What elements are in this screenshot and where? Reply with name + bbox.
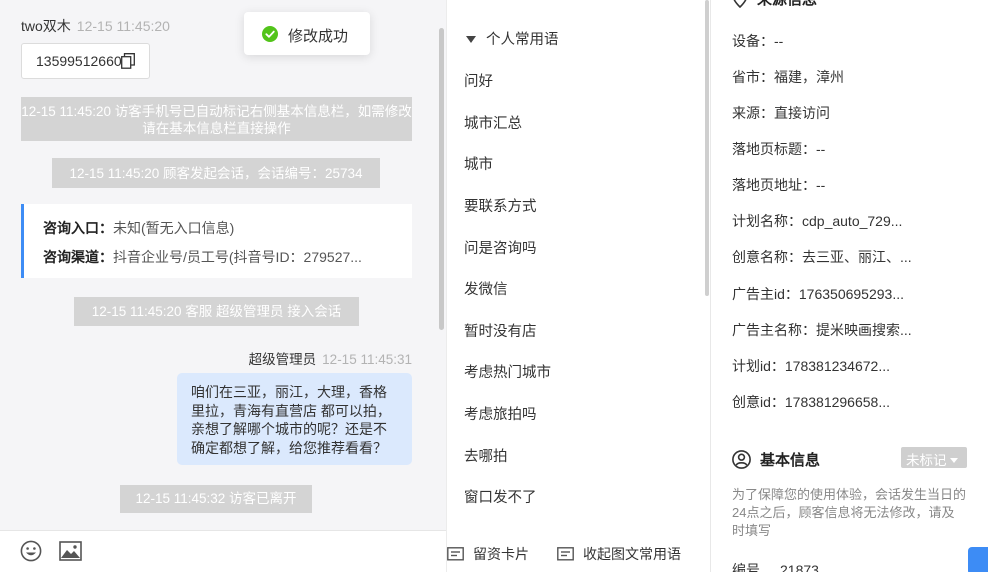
phrase-group-toggle[interactable]: 个人常用语 — [466, 28, 559, 49]
check-circle-icon — [262, 26, 278, 42]
phrase-item[interactable]: 去哪拍 — [464, 445, 508, 466]
system-message: 12-15 11:45:20 顾客发起会话，会话编号：25734 — [52, 158, 380, 188]
tag-select-value: 未标记 — [906, 453, 947, 468]
user-circle-icon — [732, 450, 751, 469]
floating-action-button[interactable] — [968, 547, 988, 572]
consult-channel: 咨询渠道：抖音企业号/员工号(抖音号ID：279527... — [43, 249, 362, 265]
phrases-scrollbar[interactable] — [705, 0, 709, 296]
phrase-item[interactable]: 发微信 — [464, 278, 508, 299]
card-icon — [557, 547, 574, 561]
source-info-title: 来源信息 — [732, 0, 817, 9]
location-icon — [733, 0, 747, 9]
visitor-phone-message: 13599512660 — [21, 43, 150, 79]
agent-message-bubble: 咱们在三亚，丽江，大理，香格里拉，青海有直营店 都可以拍，亲想了解哪个城市的呢？… — [177, 373, 412, 465]
consult-info-card: 咨询入口：未知(暂无入口信息) 咨询渠道：抖音企业号/员工号(抖音号ID：279… — [21, 204, 412, 278]
phrase-item[interactable]: 暂时没有店 — [464, 320, 537, 341]
lead-card-label: 留资卡片 — [473, 546, 529, 562]
customer-number: 编号 21873 — [732, 560, 819, 572]
creative-id: 创意id：178381296658... — [732, 394, 890, 410]
phrase-item[interactable]: 窗口发不了 — [464, 486, 537, 507]
phrase-group-title: 个人常用语 — [486, 32, 559, 48]
chat-panel: two双木 12-15 11:45:20 13599512660 12-15 11… — [0, 0, 446, 572]
creative-name: 创意名称：去三亚、丽江、... — [732, 249, 912, 265]
chat-messages[interactable]: two双木 12-15 11:45:20 13599512660 12-15 11… — [0, 0, 446, 530]
customer-number-value: 21873 — [780, 562, 819, 572]
toast-text: 修改成功 — [288, 28, 349, 45]
phrase-item[interactable]: 要联系方式 — [464, 195, 537, 216]
phrase-item[interactable]: 考虑热门城市 — [464, 361, 551, 382]
source-channel: 来源：直接访问 — [732, 105, 830, 121]
advertiser-id: 广告主id：176350695293... — [732, 286, 904, 302]
landing-page-title: 落地页标题：-- — [732, 141, 826, 157]
success-toast: 修改成功 — [244, 12, 370, 55]
source-province-city: 省市：福建，漳州 — [732, 69, 844, 85]
system-message: 12-15 11:45:20 访客手机号已自动标记右侧基本信息栏，如需修改请在基… — [21, 97, 412, 141]
phrase-item[interactable]: 问是咨询吗 — [464, 237, 537, 258]
visitor-phone: 13599512660 — [36, 53, 122, 69]
caret-down-icon — [466, 36, 476, 43]
phrase-item[interactable]: 问好 — [464, 70, 493, 91]
chat-scrollbar[interactable] — [439, 28, 444, 330]
phrase-item[interactable]: 考虑旅拍吗 — [464, 403, 537, 424]
source-device: 设备：-- — [732, 33, 784, 49]
system-message: 12-15 11:45:32 访客已离开 — [120, 485, 312, 513]
phrase-item[interactable]: 城市 — [464, 153, 493, 174]
collapse-phrases-label: 收起图文常用语 — [583, 546, 681, 562]
plan-id: 计划id：178381234672... — [732, 358, 890, 374]
basic-info-title: 基本信息 — [732, 449, 820, 470]
visitor-name: two双木 — [21, 18, 71, 34]
landing-page-url: 落地页地址：-- — [732, 177, 826, 193]
agent-meta: 超级管理员 12-15 11:45:31 — [249, 348, 412, 368]
edit-notice: 为了保障您的使用体验，会话发生当日的24点之后，顾客信息将无法修改，请及时填写 — [732, 487, 967, 538]
emoji-icon[interactable] — [20, 540, 42, 562]
copy-icon[interactable] — [121, 53, 135, 69]
card-icon — [447, 547, 464, 561]
visitor-meta: two双木 12-15 11:45:20 — [21, 16, 170, 36]
agent-time: 12-15 11:45:31 — [322, 352, 412, 367]
phrase-item[interactable]: 城市汇总 — [464, 112, 522, 133]
agent-name: 超级管理员 — [248, 352, 317, 367]
collapse-phrases-button[interactable]: 收起图文常用语 — [557, 544, 681, 564]
visitor-time: 12-15 11:45:20 — [76, 18, 170, 34]
lead-card-button[interactable]: 留资卡片 — [447, 544, 529, 564]
system-message: 12-15 11:45:20 客服 超级管理员 接入会话 — [74, 297, 359, 326]
advertiser-name: 广告主名称：提米映画搜索... — [732, 322, 912, 338]
image-icon[interactable] — [59, 541, 82, 561]
plan-name: 计划名称：cdp_auto_729... — [732, 213, 903, 229]
chevron-down-icon — [949, 458, 958, 463]
tag-select[interactable]: 未标记 — [901, 447, 967, 468]
consult-entry: 咨询入口：未知(暂无入口信息) — [43, 220, 235, 236]
customer-number-label: 编号 — [732, 562, 760, 572]
